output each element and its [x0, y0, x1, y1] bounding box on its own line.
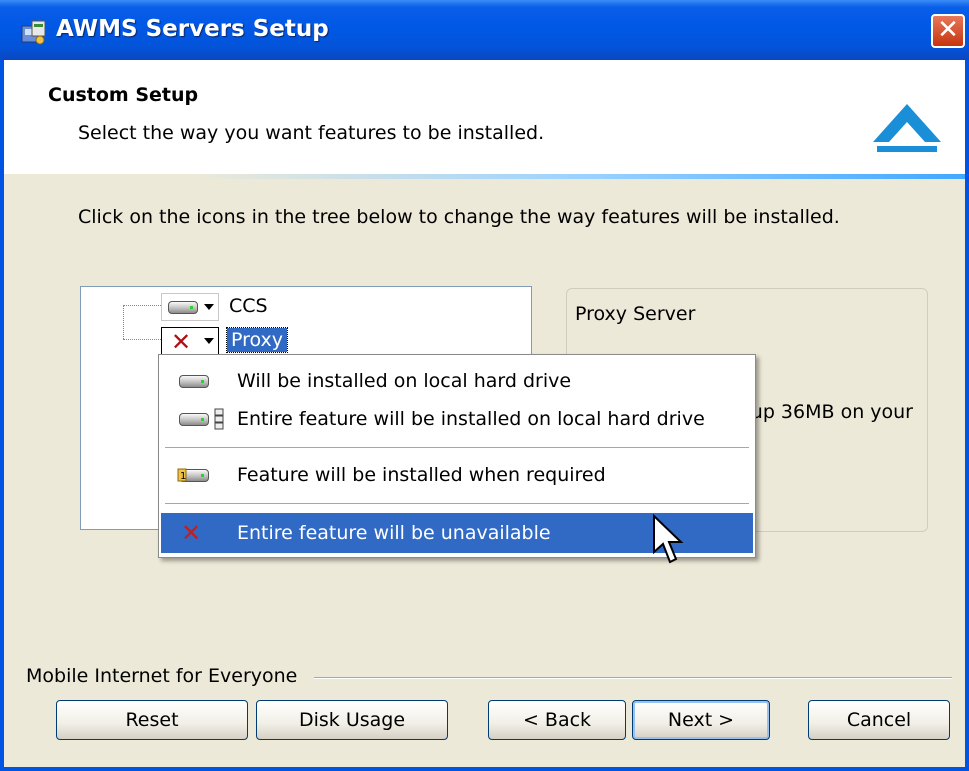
menu-item-label: Feature will be installed when required	[237, 464, 606, 486]
menu-separator	[165, 503, 749, 504]
disk-usage-button[interactable]: Disk Usage	[256, 700, 448, 740]
chevron-down-icon	[204, 338, 214, 344]
installer-icon	[21, 20, 46, 45]
chevron-down-icon	[204, 304, 214, 310]
on-demand-badge-icon: 1	[177, 468, 187, 482]
tree-item-proxy-state-button[interactable]: ✕	[161, 327, 219, 355]
page-title: Custom Setup	[48, 84, 199, 106]
menu-item-install-local[interactable]: Will be installed on local hard drive	[161, 361, 753, 401]
instruction-text: Click on the icons in the tree below to …	[78, 206, 840, 228]
hard-drive-tree-icon	[179, 413, 209, 426]
mouse-cursor-icon	[653, 514, 684, 564]
feature-description-text: up 36MB on your	[750, 401, 913, 423]
menu-item-install-on-demand[interactable]: 1 Feature will be installed when require…	[161, 455, 753, 495]
menu-item-install-entire-local[interactable]: Entire feature will be installed on loca…	[161, 399, 753, 439]
tree-connector	[123, 339, 161, 340]
tree-item-ccs-label[interactable]: CCS	[225, 294, 272, 318]
subfeature-tree-icon	[214, 408, 224, 430]
unavailable-x-icon: ✕	[181, 519, 202, 547]
header-divider	[4, 174, 965, 179]
company-logo-icon	[873, 104, 941, 152]
window-title: AWMS Servers Setup	[56, 16, 329, 42]
menu-item-label: Entire feature will be unavailable	[237, 522, 551, 544]
cancel-button[interactable]: Cancel	[808, 700, 950, 740]
tree-connector	[123, 305, 161, 306]
reset-button[interactable]: Reset	[56, 700, 248, 740]
unavailable-x-icon: ✕	[171, 328, 192, 356]
tree-connector	[123, 305, 124, 339]
menu-item-label: Will be installed on local hard drive	[237, 370, 572, 392]
next-button[interactable]: Next >	[632, 700, 770, 740]
hard-drive-icon	[179, 375, 209, 388]
hard-drive-icon	[168, 301, 198, 314]
title-bar[interactable]: AWMS Servers Setup ✕	[0, 0, 969, 60]
tree-item-ccs-state-button[interactable]	[161, 293, 219, 321]
footer-divider	[314, 677, 952, 679]
feature-description-title: Proxy Server	[575, 303, 696, 325]
header-banner: Custom Setup Select the way you want fea…	[4, 60, 965, 174]
setup-window: AWMS Servers Setup ✕ Custom Setup Select…	[0, 0, 969, 771]
brand-label: Mobile Internet for Everyone	[26, 665, 298, 687]
menu-item-label: Entire feature will be installed on loca…	[237, 408, 705, 430]
back-button[interactable]: < Back	[488, 700, 626, 740]
close-button[interactable]: ✕	[931, 14, 965, 48]
svg-text:1: 1	[180, 471, 186, 482]
page-subtitle: Select the way you want features to be i…	[78, 122, 545, 144]
tree-item-proxy-label[interactable]: Proxy	[225, 327, 289, 353]
menu-separator	[165, 447, 749, 448]
